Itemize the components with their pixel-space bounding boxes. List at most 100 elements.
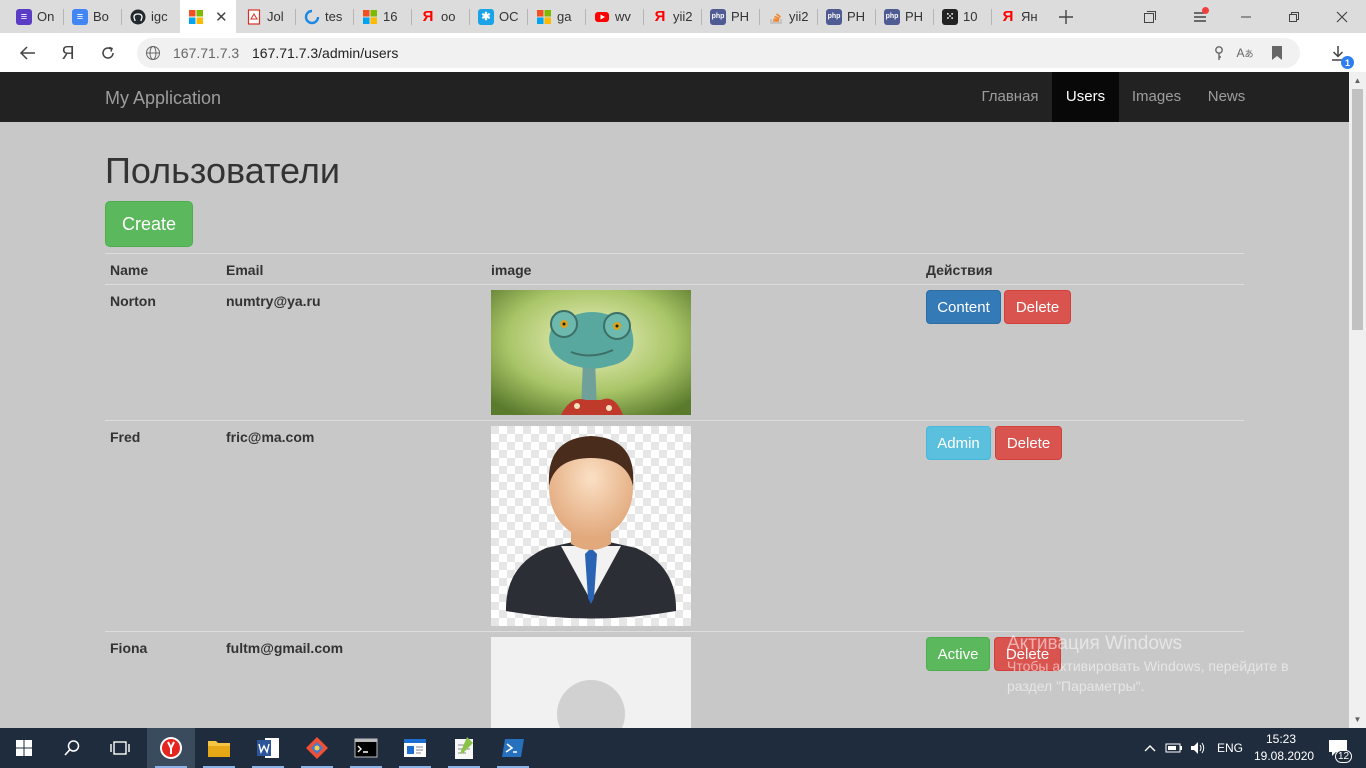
minimize-icon[interactable] [1223, 0, 1269, 33]
yandex-browser-taskbar-icon[interactable] [147, 728, 195, 768]
microsoft-logo-icon [362, 9, 378, 25]
url-field[interactable]: 167.71.7.3 167.71.7.3/admin/users Aあ [137, 38, 1300, 68]
git-app-icon[interactable] [293, 728, 341, 768]
page-title: Пользователи [105, 150, 340, 191]
chameleon-photo-icon [491, 290, 691, 415]
language-indicator[interactable]: ENG [1217, 741, 1243, 755]
microsoft-logo-icon [536, 9, 552, 25]
yandex-logo-icon[interactable]: Я [54, 39, 82, 67]
tab-label: yii2 [673, 9, 693, 24]
browser-tab[interactable]: 16 [354, 0, 410, 33]
browser-tab[interactable]: Jol [238, 0, 294, 33]
browser-tab[interactable]: ✱ OC [470, 0, 526, 33]
tab-label: PH [905, 9, 924, 24]
tab-label: oo [441, 9, 456, 24]
search-icon[interactable] [48, 728, 96, 768]
dice-icon: ⁙ [942, 8, 958, 25]
stackoverflow-icon [768, 9, 784, 25]
notification-count-badge: 12 [1335, 750, 1353, 763]
browser-tab[interactable]: yii2 [760, 0, 816, 33]
browser-tab[interactable]: ga [528, 0, 584, 33]
yandex-icon: Я [1002, 8, 1014, 25]
browser-tab[interactable]: tes [296, 0, 352, 33]
notepad-plus-icon[interactable] [440, 728, 488, 768]
browser-tab[interactable]: ≡ On [8, 0, 58, 33]
watermark-line: раздел "Параметры". [1007, 678, 1145, 694]
new-tab-plus-icon[interactable] [1043, 0, 1089, 33]
window-app-icon[interactable] [391, 728, 439, 768]
battery-icon[interactable] [1162, 728, 1186, 768]
key-icon[interactable] [1209, 43, 1229, 63]
file-explorer-icon[interactable] [195, 728, 243, 768]
address-bar: Я 167.71.7.3 167.71.7.3/admin/users Aあ 1 [0, 33, 1366, 73]
windows-taskbar: ENG 15:23 19.08.2020 12 [0, 728, 1366, 768]
nav-link-images[interactable]: Images [1119, 72, 1194, 122]
back-arrow-icon[interactable] [14, 39, 42, 67]
user-name: Fiona [110, 640, 148, 656]
powershell-icon[interactable] [489, 728, 537, 768]
word-icon[interactable] [244, 728, 292, 768]
nav-link-home[interactable]: Главная [968, 72, 1052, 122]
tab-label: OC [499, 9, 519, 24]
browser-tab[interactable]: Я oo [412, 0, 468, 33]
menu-icon[interactable] [1177, 0, 1223, 33]
browser-tab[interactable]: php PH [702, 0, 758, 33]
browser-tab-active[interactable]: ✕ [180, 0, 236, 33]
globe-icon[interactable] [143, 43, 163, 63]
delete-button[interactable]: Delete [1004, 290, 1071, 324]
php-icon: php [710, 8, 726, 25]
admin-button[interactable]: Admin [926, 426, 991, 460]
tab-label: tes [325, 9, 343, 24]
nav-link-users[interactable]: Users [1052, 72, 1119, 122]
create-button[interactable]: Create [105, 201, 193, 247]
browser-tab[interactable]: Я Ян [992, 0, 1048, 33]
browser-tab[interactable]: php PH [818, 0, 874, 33]
browser-tab-strip: ≡ On ≡ Bo igc ✕ Jol tes 16 Я oo ✱ OC ga … [0, 0, 1366, 33]
pdf-icon [246, 8, 262, 25]
browser-tab[interactable]: wv [586, 0, 642, 33]
windows-start-icon[interactable] [0, 728, 48, 768]
scrollbar-thumb[interactable] [1352, 89, 1363, 330]
tab-label: 16 [383, 9, 398, 24]
site-navbar: My Application Главная Users Images News [0, 72, 1349, 122]
browser-tab[interactable]: ≡ Bo [64, 0, 120, 33]
tab-label: wv [615, 9, 631, 24]
user-email: fric@ma.com [226, 429, 315, 445]
brand-link[interactable]: My Application [105, 88, 221, 109]
content-button[interactable]: Content [926, 290, 1001, 324]
gear-app-icon: ✱ [478, 8, 494, 25]
nav-link-news[interactable]: News [1194, 72, 1259, 122]
close-window-icon[interactable] [1319, 0, 1365, 33]
browser-tab[interactable]: ⁙ 10 [934, 0, 990, 33]
yandex-icon: Я [422, 8, 434, 25]
google-docs-icon: ≡ [72, 8, 88, 25]
tab-manager-icon[interactable] [1127, 0, 1173, 33]
browser-tab[interactable]: igc [122, 0, 178, 33]
close-tab-icon[interactable]: ✕ [215, 8, 228, 26]
browser-tab[interactable]: php PH [876, 0, 932, 33]
microsoft-logo-icon [188, 9, 204, 25]
url-path: 167.71.7.3/admin/users [252, 45, 399, 61]
active-button[interactable]: Active [926, 637, 990, 671]
terminal-icon[interactable] [342, 728, 390, 768]
php-icon: php [884, 8, 900, 25]
scroll-down-arrow-icon[interactable]: ▼ [1352, 713, 1363, 725]
tab-label: 10 [963, 9, 978, 24]
bookmark-icon[interactable] [1267, 43, 1287, 63]
translate-icon[interactable]: Aあ [1235, 43, 1255, 63]
default-avatar-icon [491, 637, 691, 728]
volume-icon[interactable] [1186, 728, 1210, 768]
task-view-icon[interactable] [96, 728, 144, 768]
delete-button[interactable]: Delete [995, 426, 1062, 460]
clock-date[interactable]: 19.08.2020 [1254, 749, 1314, 763]
purple-doc-icon: ≡ [16, 8, 32, 25]
browser-tab[interactable]: Я yii2 [644, 0, 700, 33]
url-host: 167.71.7.3 [173, 45, 240, 61]
tab-label: On [37, 9, 55, 24]
scroll-up-arrow-icon[interactable]: ▲ [1352, 74, 1363, 86]
chevron-up-icon[interactable] [1138, 728, 1162, 768]
youtube-icon [594, 9, 610, 25]
reload-icon[interactable] [94, 39, 122, 67]
restore-icon[interactable] [1271, 0, 1317, 33]
clock-time[interactable]: 15:23 [1266, 732, 1296, 746]
